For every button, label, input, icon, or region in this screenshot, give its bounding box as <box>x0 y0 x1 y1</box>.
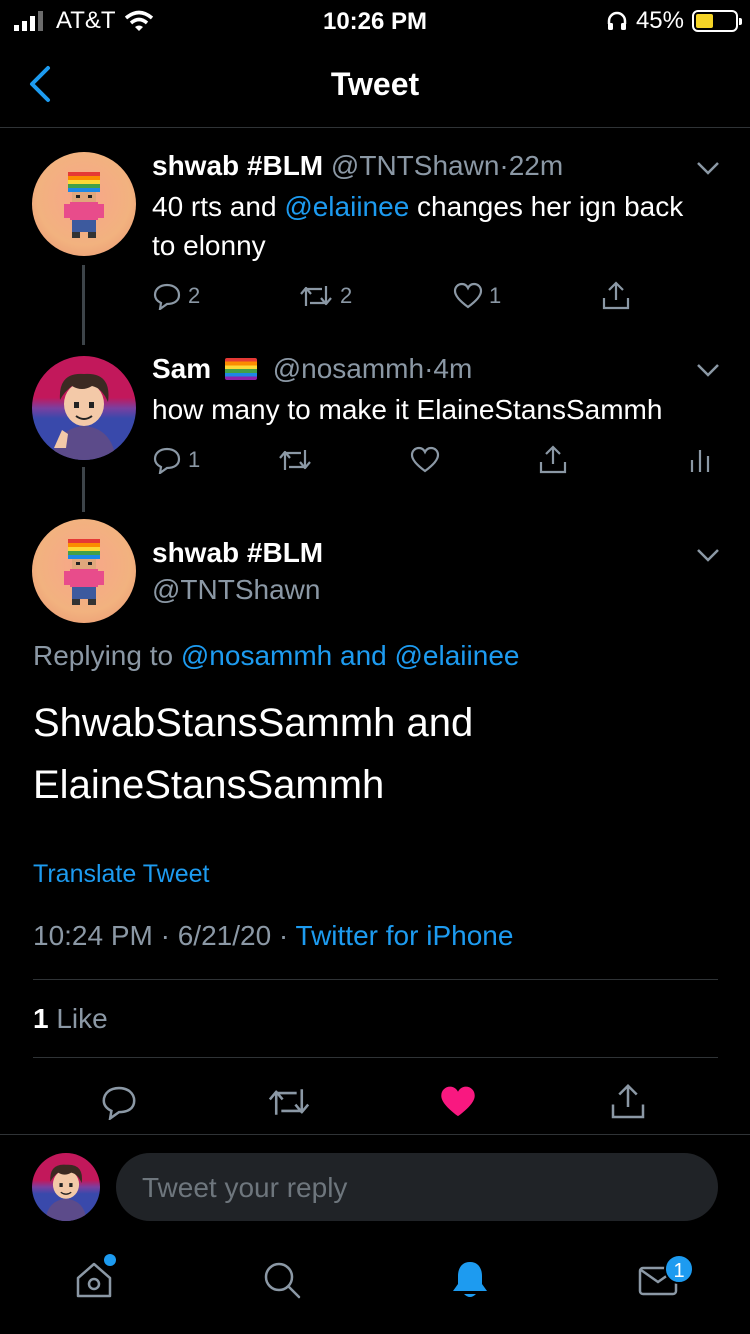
new-tweets-dot <box>104 1254 116 1266</box>
main-author-name-wrap: shwab #BLM <box>152 537 323 569</box>
tweet-age: 4m <box>433 353 473 384</box>
tweet-timestamp: 10:24 PM · 6/21/20 · <box>33 920 296 951</box>
main-tweet-line: ShwabStansSammh and <box>33 701 474 745</box>
mention-link[interactable]: @elaiinee <box>284 191 409 222</box>
author-handle[interactable]: @TNTShawn <box>331 150 499 181</box>
share-icon <box>539 445 567 474</box>
replying-to: Replying to @nosammh and @elaiinee <box>33 640 519 672</box>
author-name[interactable]: shwab #BLM <box>152 150 323 181</box>
headphones-icon <box>607 11 627 30</box>
rainbow-flag-icon <box>224 358 257 380</box>
share-icon <box>602 281 630 310</box>
messages-badge: 1 <box>664 1254 694 1284</box>
thread-connector <box>82 265 85 345</box>
reply-bar: Tweet your reply <box>0 1134 750 1234</box>
share-icon[interactable] <box>608 1082 648 1122</box>
reply-icon[interactable] <box>100 1084 138 1120</box>
avatar[interactable] <box>32 152 136 256</box>
tweet-text-part: 40 rts and <box>152 191 285 222</box>
share-button[interactable] <box>537 444 569 476</box>
tweet-source[interactable]: Twitter for iPhone <box>296 920 514 951</box>
tweet-text: 40 rts and @elaiinee changes her ign bac… <box>152 187 712 265</box>
avatar[interactable] <box>32 519 136 623</box>
reply-count: 2 <box>188 283 201 308</box>
chevron-down-icon[interactable] <box>694 545 722 565</box>
replying-prefix: Replying to <box>33 640 181 671</box>
cartoon-avatar-icon <box>52 373 116 460</box>
author-name[interactable]: shwab #BLM <box>152 537 323 568</box>
tweet-meta: 10:24 PM · 6/21/20 · Twitter for iPhone <box>33 920 513 952</box>
notifications-icon[interactable] <box>448 1258 492 1302</box>
reply-button[interactable]: 1 <box>152 446 200 474</box>
thread-connector <box>82 467 85 512</box>
like-button[interactable] <box>410 446 446 474</box>
heart-icon <box>453 282 483 309</box>
tweet-age: 22m <box>508 150 564 181</box>
likes-label: Like <box>48 1003 108 1034</box>
pixel-avatar-icon <box>64 539 104 605</box>
battery-fill <box>696 14 714 28</box>
replying-mentions[interactable]: @nosammh and @elaiinee <box>181 640 520 671</box>
main-tweet-text: ShwabStansSammh and ElaineStansSammh <box>33 692 473 816</box>
avatar[interactable] <box>32 1153 100 1221</box>
translate-link[interactable]: Translate Tweet <box>33 860 209 889</box>
avatar[interactable] <box>32 356 136 460</box>
separator-dot: · <box>499 150 509 181</box>
tweet-header: shwab #BLM @TNTShawn·22m <box>152 150 563 182</box>
chevron-down-icon[interactable] <box>694 360 722 380</box>
like-count: 1 <box>489 283 502 308</box>
reply-icon <box>153 283 181 310</box>
divider <box>33 979 718 980</box>
retweet-icon <box>300 286 332 306</box>
page-title: Tweet <box>330 66 420 102</box>
author-name[interactable]: Sam <box>152 353 211 384</box>
nav-bar: Tweet <box>0 40 750 128</box>
analytics-icon <box>690 450 710 472</box>
retweet-button[interactable] <box>277 446 319 474</box>
likes-summary[interactable]: 1 Like <box>33 1003 108 1035</box>
status-bar: AT&T 10:26 PM 45% <box>0 0 750 40</box>
analytics-button[interactable] <box>688 446 712 474</box>
reply-count: 1 <box>188 447 201 472</box>
tweet-header: Sam @nosammh·4m <box>152 353 472 385</box>
like-button[interactable]: 1 <box>453 282 501 310</box>
author-handle[interactable]: @nosammh <box>273 353 424 384</box>
retweet-button[interactable]: 2 <box>298 282 352 310</box>
tweet-text: how many to make it ElaineStansSammh <box>152 394 663 425</box>
author-handle[interactable]: @TNTShawn <box>152 574 320 606</box>
divider <box>33 1057 718 1058</box>
main-tweet-line: ElaineStansSammh <box>33 763 385 807</box>
liked-heart-icon[interactable] <box>438 1084 478 1120</box>
likes-count: 1 <box>33 1003 49 1034</box>
retweet-icon[interactable] <box>266 1084 312 1120</box>
tab-bar: 1 <box>0 1234 750 1334</box>
reply-button[interactable]: 2 <box>152 282 200 310</box>
search-icon[interactable] <box>260 1258 304 1302</box>
cartoon-avatar-icon <box>45 1164 87 1221</box>
reply-input[interactable]: Tweet your reply <box>116 1153 718 1221</box>
battery-icon <box>692 10 742 32</box>
pixel-avatar-icon <box>64 172 104 238</box>
retweet-icon <box>279 450 311 470</box>
battery-percent: 45% <box>635 7 684 34</box>
retweet-count: 2 <box>340 283 353 308</box>
chevron-down-icon[interactable] <box>694 158 722 178</box>
heart-icon <box>410 446 440 473</box>
reply-icon <box>153 447 181 474</box>
share-button[interactable] <box>600 280 632 312</box>
